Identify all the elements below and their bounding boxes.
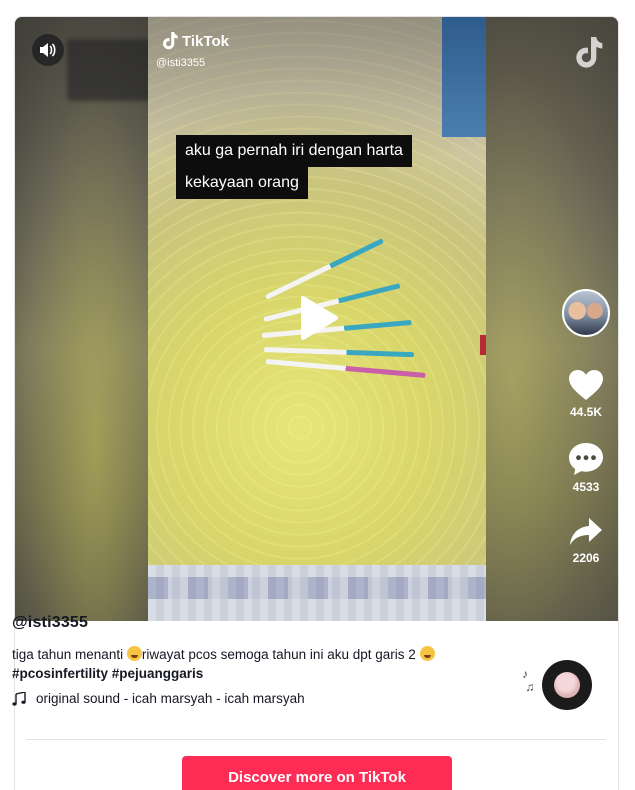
- share-count: 2206: [572, 551, 600, 565]
- comment-action[interactable]: 4533: [566, 442, 606, 494]
- post-info: @isti3355 tiga tahun menanti riwayat pco…: [12, 614, 592, 706]
- music-note-icon: [12, 691, 26, 706]
- post-description: tiga tahun menanti riwayat pcos semoga t…: [12, 645, 592, 683]
- video-handle-overlay: @isti3355: [156, 57, 206, 69]
- like-action[interactable]: 44.5K: [566, 369, 606, 419]
- sound-name[interactable]: original sound - icah marsyah - icah mar…: [36, 691, 305, 706]
- tiktok-brand-name: TikTok: [182, 32, 229, 50]
- tiktok-corner-logo-icon[interactable]: [571, 35, 603, 71]
- comment-icon: [569, 443, 603, 475]
- sound-cover-image: [554, 672, 580, 698]
- caption-line-1: aku ga pernah iri dengan harta: [176, 135, 412, 167]
- play-icon[interactable]: [299, 295, 339, 341]
- video-player[interactable]: TikTok @isti3355 aku ga pernah iri denga…: [15, 17, 618, 621]
- tiktok-brand: TikTok: [160, 31, 229, 51]
- sound-row[interactable]: original sound - icah marsyah - icah mar…: [12, 691, 592, 706]
- description-text-2: riwayat pcos semoga tahun ini aku dpt ga…: [141, 647, 420, 662]
- share-icon: [570, 518, 602, 545]
- sound-toggle-button[interactable]: [32, 34, 64, 66]
- discover-more-button[interactable]: Discover more on TikTok: [182, 756, 452, 790]
- blurred-background-left: [15, 17, 148, 621]
- divider: [26, 739, 606, 740]
- test-strip: [265, 359, 426, 378]
- like-count: 44.5K: [569, 405, 603, 419]
- creator-avatar[interactable]: [562, 289, 610, 337]
- author-handle[interactable]: @isti3355: [12, 614, 592, 632]
- tiktok-logo-icon: [163, 32, 178, 50]
- test-strip: [263, 347, 414, 358]
- description-text-1: tiga tahun menanti: [12, 647, 127, 662]
- crying-emoji-icon: [126, 646, 142, 661]
- music-disc[interactable]: ♪ ♫: [522, 658, 602, 722]
- hashtags[interactable]: #pcosinfertility #pejuanggaris: [12, 666, 203, 681]
- crying-emoji-icon: [419, 646, 435, 661]
- heart-icon: [569, 370, 603, 400]
- share-action[interactable]: 2206: [566, 517, 606, 565]
- floating-music-notes-icon: ♪ ♫: [522, 667, 535, 694]
- sound-on-icon: [40, 43, 56, 57]
- caption-line-2: kekayaan orang: [176, 167, 308, 199]
- comment-count: 4533: [572, 480, 600, 494]
